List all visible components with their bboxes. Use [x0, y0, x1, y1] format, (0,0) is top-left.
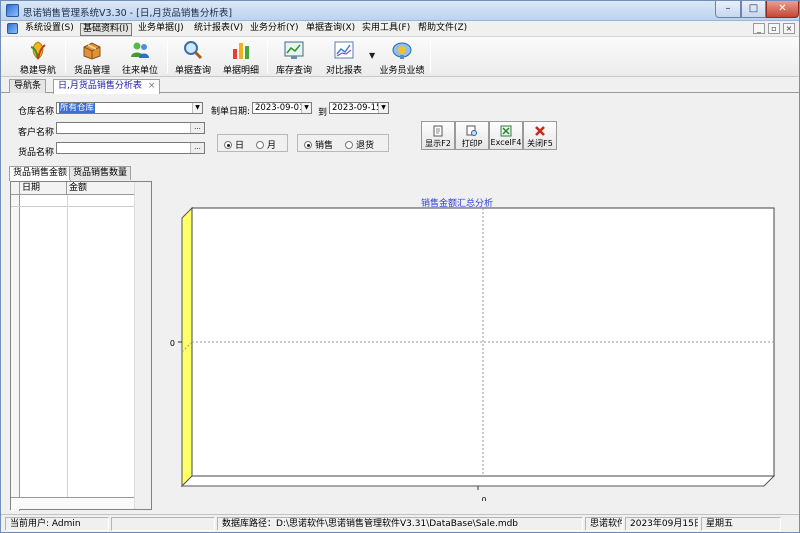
chevron-down-icon[interactable]: ▼	[378, 103, 388, 113]
nav-guide-button[interactable]: 稳建导航	[15, 39, 61, 76]
type-sales-radio[interactable]: 销售	[304, 138, 333, 151]
date-from-picker[interactable]: 2023-09-01 ▼	[252, 102, 312, 114]
toolbar-separator	[65, 41, 66, 73]
menu-bar: 系统设置(S) 基础资料(I) 业务单据(J) 统计报表(V) 业务分析(Y) …	[1, 21, 799, 37]
title-bar: 思诺销售管理系统V3.30 - [日,月货品销售分析表] – □ ✕	[1, 1, 799, 21]
status-bar: 当前用户: Admin 数据库路径：D:\思诺软件\思诺销售管理软件V3.31\…	[1, 514, 799, 532]
close-window-button[interactable]: ✕	[766, 1, 799, 18]
window-title: 思诺销售管理系统V3.30 - [日,月货品销售分析表]	[23, 8, 233, 19]
menu-help[interactable]: 帮助文件(Z)	[416, 23, 469, 36]
users-icon	[129, 39, 151, 61]
excel-export-button[interactable]: ExcelF4	[489, 121, 523, 150]
sales-grid[interactable]: 日期 金额	[10, 181, 152, 511]
document-icon	[432, 125, 444, 137]
menu-system-settings[interactable]: 系统设置(S)	[23, 23, 76, 36]
compare-report-button[interactable]: 对比报表	[321, 39, 367, 76]
toolbar-separator	[167, 41, 168, 73]
goods-label: 货品名称	[18, 148, 55, 158]
menu-business-docs[interactable]: 业务单据(J)	[136, 23, 186, 36]
grid-footer	[11, 497, 135, 509]
toolbar-separator	[430, 41, 431, 73]
close-icon	[534, 125, 546, 137]
sales-amount-chart: 00	[170, 206, 776, 501]
period-group: 日 月	[217, 134, 288, 152]
status-db-path: 数据库路径：D:\思诺软件\思诺销售管理软件V3.31\DataBase\Sal…	[217, 517, 583, 531]
goods-field[interactable]: ...	[56, 142, 205, 154]
x-axis-tick-label: 0	[481, 496, 486, 501]
chart-floor	[180, 475, 776, 487]
grid-header: 日期 金额	[11, 182, 135, 195]
package-icon	[81, 39, 103, 61]
chart-side-wall	[181, 206, 193, 488]
maximize-button[interactable]: □	[741, 1, 766, 18]
to-label: 到	[318, 108, 328, 118]
status-date: 2023年09月15日	[625, 517, 699, 531]
tab-sales-amount[interactable]: 货品销售金额	[9, 166, 72, 181]
date-label: 制单日期:	[211, 107, 251, 117]
y-axis-tick-label: 0	[170, 339, 175, 348]
col-header-amount[interactable]: 金额	[67, 182, 135, 194]
menu-utilities[interactable]: 实用工具(F)	[360, 23, 412, 36]
menu-doc-query[interactable]: 单据查询(X)	[304, 23, 357, 36]
type-return-radio[interactable]: 退货	[345, 138, 374, 151]
date-to-picker[interactable]: 2023-09-15 ▼	[329, 102, 389, 114]
period-day-radio[interactable]: 日	[224, 138, 244, 151]
customer-label: 客户名称	[18, 128, 55, 138]
toolbar: 稳建导航 货品管理 往来单位 单据查询 单据明细 库存查询 对比报表 ▼ 业务员…	[1, 37, 799, 77]
magnifier-icon	[182, 39, 204, 61]
tab-sales-analysis[interactable]: 日,月货品销售分析表 ×	[53, 79, 161, 94]
customer-field[interactable]: ...	[56, 122, 205, 134]
show-button[interactable]: 显示F2	[421, 121, 455, 150]
sales-performance-button[interactable]: 业务员业绩	[378, 39, 426, 76]
mdi-minimize-button[interactable]: _	[753, 23, 765, 34]
row-indicator-column	[11, 182, 20, 511]
mdi-close-button[interactable]: ×	[783, 23, 795, 34]
period-month-radio[interactable]: 月	[256, 138, 276, 151]
col-header-date[interactable]: 日期	[20, 182, 67, 194]
type-group: 销售 退货	[297, 134, 389, 152]
table-row[interactable]	[11, 195, 135, 207]
menu-basic-data[interactable]: 基础资料(I)	[80, 23, 132, 36]
main-window: 思诺销售管理系统V3.30 - [日,月货品销售分析表] – □ ✕ 系统设置(…	[0, 0, 800, 533]
document-tab-bar: 导航条 日,月货品销售分析表 ×	[1, 78, 799, 94]
minimize-button[interactable]: –	[715, 1, 741, 18]
warehouse-label: 仓库名称	[18, 107, 55, 117]
mdi-doc-icon[interactable]	[7, 23, 18, 34]
chevron-down-icon[interactable]: ▼	[301, 103, 311, 113]
print-preview-icon	[466, 125, 478, 137]
leaf-nav-icon	[27, 39, 49, 61]
status-user: 当前用户: Admin	[5, 517, 109, 531]
app-logo-icon	[6, 4, 19, 17]
goods-management-button[interactable]: 货品管理	[69, 39, 115, 76]
status-company: 思诺软件	[585, 517, 623, 531]
stock-query-button[interactable]: 库存查询	[272, 39, 316, 76]
mdi-restore-button[interactable]: ▫	[768, 23, 780, 34]
compare-report-dropdown[interactable]: ▼	[369, 51, 375, 60]
goods-browse-button[interactable]: ...	[190, 143, 204, 153]
tab-close-icon[interactable]: ×	[148, 81, 156, 91]
close-button[interactable]: 关闭F5	[523, 121, 557, 150]
status-blank	[111, 517, 215, 531]
monitor-chart-icon	[283, 39, 305, 61]
tab-nav-bar[interactable]: 导航条	[9, 79, 47, 93]
performance-icon	[391, 39, 413, 61]
bar-chart-icon	[230, 39, 252, 61]
customer-browse-button[interactable]: ...	[190, 123, 204, 133]
chevron-down-icon[interactable]: ▼	[192, 103, 202, 113]
warehouse-select[interactable]: 所有仓库 ▼	[56, 102, 203, 114]
excel-icon	[500, 125, 512, 137]
print-button[interactable]: 打印P	[455, 121, 489, 150]
toolbar-separator	[267, 41, 268, 73]
menu-business-analysis[interactable]: 业务分析(Y)	[248, 23, 301, 36]
status-weekday: 星期五	[701, 517, 781, 531]
tab-sales-quantity[interactable]: 货品销售数量	[69, 166, 132, 180]
doc-query-button[interactable]: 单据查询	[171, 39, 215, 76]
doc-detail-button[interactable]: 单据明细	[219, 39, 263, 76]
menu-stat-reports[interactable]: 统计报表(V)	[192, 23, 245, 36]
grid-scrollbar[interactable]	[134, 182, 151, 509]
compare-chart-icon	[333, 39, 355, 61]
contacts-button[interactable]: 往来单位	[117, 39, 163, 76]
